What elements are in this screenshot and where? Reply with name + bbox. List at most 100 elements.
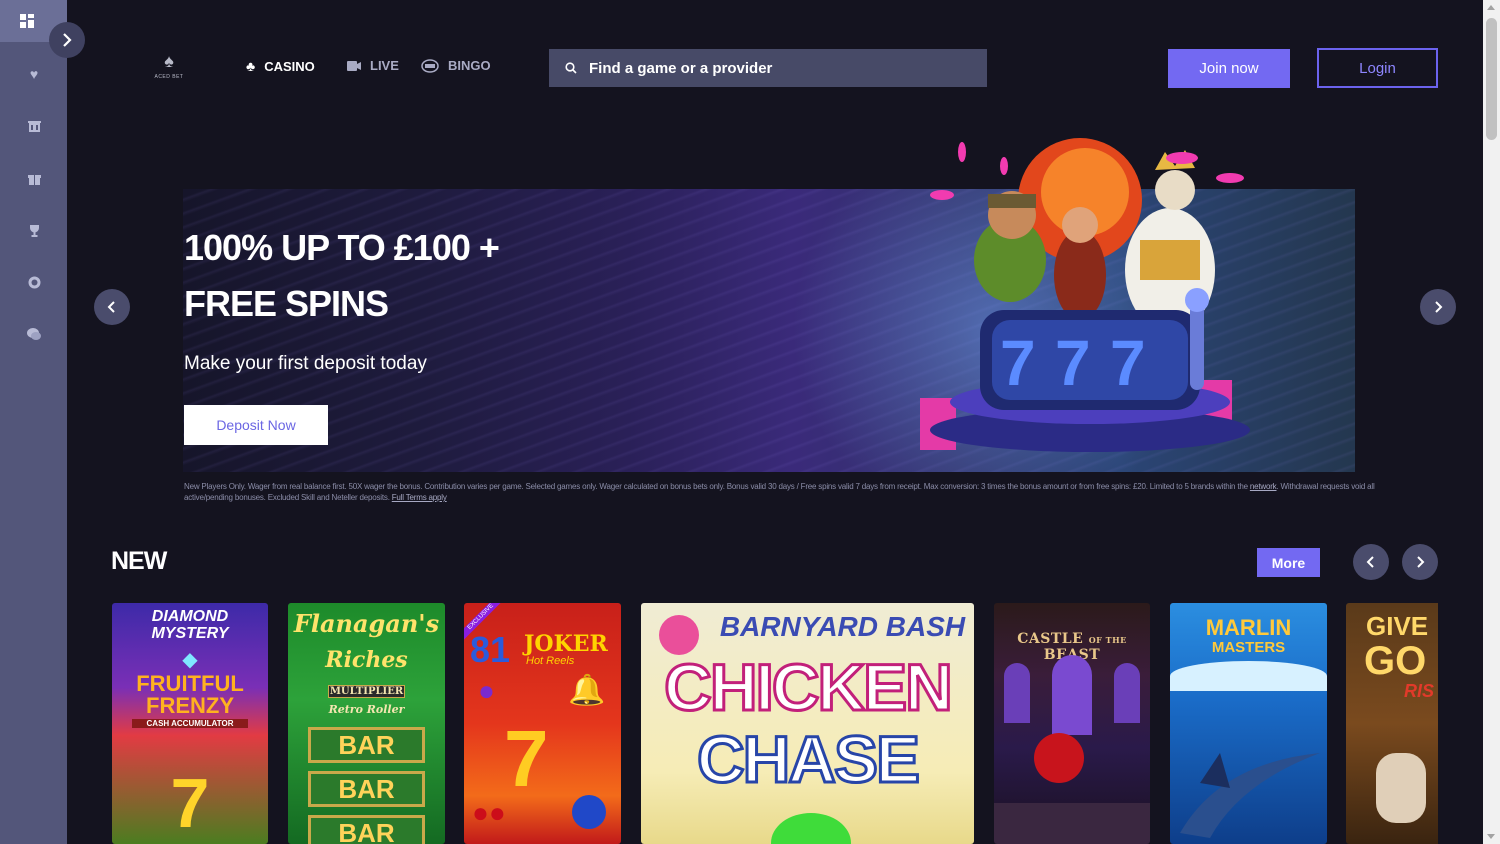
game-title: BARNYARD BASH [719, 611, 966, 642]
window-left [1004, 663, 1030, 723]
casino-building-icon [27, 120, 41, 132]
chevron-right-icon [1435, 301, 1443, 313]
hero-title: 100% UP TO £100 + FREE SPINS [184, 220, 500, 332]
hero-title-line2: FREE SPINS [184, 283, 389, 324]
site-logo[interactable]: ♠ ACED BET [152, 52, 186, 84]
spade-logo-icon: ♠ [164, 51, 174, 71]
nav-bingo-label: BINGO [448, 58, 491, 73]
flower-icon [659, 615, 699, 655]
deposit-now-button[interactable]: Deposit Now [184, 405, 328, 445]
game-tile-castle-of-the-beast[interactable]: CASTLE OF THE BEAST [994, 603, 1150, 844]
game-title: FRENZY [146, 693, 234, 718]
live-camera-icon [347, 60, 361, 71]
logo-text: ACED BET [154, 74, 184, 80]
game-subtitle: Hot Reels [526, 655, 575, 667]
section-title-new: NEW [111, 547, 167, 575]
bar-symbol: BAR [308, 815, 425, 844]
more-button[interactable]: More [1257, 548, 1320, 577]
search-icon [565, 62, 577, 74]
grapes-icon: ● [478, 675, 495, 706]
sidebar-expand-button[interactable] [49, 22, 85, 58]
chevron-left-icon [1366, 556, 1374, 568]
sidebar-item-promotions[interactable] [22, 166, 46, 190]
sidebar-item-tournaments[interactable] [22, 218, 46, 242]
game-tile-barnyard-bash-chicken-chase[interactable]: BARNYARD BASH CHICKEN CHASE [641, 603, 974, 844]
scrollbar-thumb[interactable] [1486, 18, 1497, 140]
bingo-ball-icon [421, 58, 439, 73]
game-title: Riches [325, 647, 408, 673]
marlin-fish-icon [1180, 753, 1320, 838]
hero-prev-button[interactable] [94, 289, 130, 325]
game-title: MARLIN [1205, 615, 1292, 640]
scroll-up-arrow-icon[interactable] [1487, 5, 1495, 10]
join-now-button[interactable]: Join now [1168, 49, 1290, 88]
sidebar: ♥ [0, 0, 67, 844]
nav-casino[interactable]: ♣ CASINO [246, 58, 315, 74]
terms-text: New Players Only. Wager from real balanc… [184, 482, 1248, 491]
game-title: CASTLE [1017, 631, 1084, 647]
clubs-icon: ♣ [246, 58, 256, 74]
game-title: OF THE [1088, 635, 1127, 645]
chevron-right-icon [63, 33, 72, 47]
game-title: MASTERS [1211, 639, 1286, 656]
game-title: MYSTERY [151, 625, 229, 642]
slot-reel-2: 7 [1055, 327, 1091, 399]
games-next-button[interactable] [1402, 544, 1438, 580]
game-tile-flanagans-riches[interactable]: Flanagan's Riches MULTIPLIER Retro Rolle… [288, 603, 445, 844]
bar-symbol: BAR [308, 771, 425, 807]
login-button[interactable]: Login [1317, 48, 1438, 88]
rose-icon [1034, 733, 1084, 783]
chevron-left-icon [107, 301, 115, 313]
hero-subtitle: Make your first deposit today [184, 353, 427, 374]
trophy-icon [29, 224, 39, 237]
page-scrollbar[interactable] [1483, 0, 1500, 844]
game-subtitle: Retro Roller [328, 703, 405, 716]
cherry-icon: ●● [472, 797, 506, 828]
scroll-down-arrow-icon[interactable] [1487, 834, 1495, 839]
full-terms-link[interactable]: Full Terms apply [392, 493, 447, 502]
chevron-right-icon [1417, 556, 1425, 568]
lucky-seven-icon: 7 [504, 714, 549, 803]
heart-icon: ♥ [29, 66, 39, 82]
game-title: CHASE [695, 721, 921, 798]
game-title: GIVE [1366, 611, 1429, 641]
sidebar-item-live[interactable] [22, 270, 46, 294]
window-center [1052, 655, 1092, 735]
game-title: GO [1364, 639, 1427, 683]
hero-next-button[interactable] [1420, 289, 1456, 325]
sidebar-item-casino[interactable] [22, 114, 46, 138]
game-tile-diamond-mystery[interactable]: DIAMOND MYSTERY ◆ FRUITFUL FRENZY CASH A… [112, 603, 268, 844]
bar-symbol: BAR [308, 727, 425, 763]
green-egg-icon [771, 813, 851, 844]
nav-live[interactable]: LIVE [347, 58, 399, 73]
lucky-seven-icon: 7 [170, 764, 210, 842]
nav-live-label: LIVE [370, 58, 399, 73]
terms-network-link[interactable]: network [1250, 482, 1277, 491]
game-title: RIS [1404, 681, 1435, 701]
game-title: DIAMOND [151, 608, 229, 625]
gift-icon [27, 174, 41, 185]
slot-reel-3: 7 [1110, 327, 1146, 399]
sidebar-item-support[interactable] [22, 322, 46, 346]
wave [1170, 661, 1327, 691]
game-tile-81-joker-hot-reels[interactable]: EXCLUSIVE 81 JOKER Hot Reels ● 🔔 7 ●● [464, 603, 621, 844]
game-title: 81 [470, 629, 511, 670]
nav-bingo[interactable]: BINGO [421, 58, 491, 73]
sidebar-item-favourites[interactable]: ♥ [22, 62, 46, 86]
game-tile-give-gold[interactable]: GIVE GO RIS [1346, 603, 1438, 844]
slot-reel-1: 7 [1000, 327, 1036, 399]
game-tile-marlin-masters[interactable]: MARLIN MASTERS [1170, 603, 1327, 844]
search-input[interactable] [589, 59, 969, 77]
chip-icon [28, 276, 40, 288]
game-title: JOKER [524, 631, 608, 657]
bell-icon: 🔔 [568, 674, 606, 707]
leprechaun-icon [1376, 753, 1426, 823]
games-prev-button[interactable] [1353, 544, 1389, 580]
grid-icon [19, 14, 34, 28]
new-games-row: DIAMOND MYSTERY ◆ FRUITFUL FRENZY CASH A… [112, 603, 1438, 844]
nav-casino-label: CASINO [264, 58, 315, 74]
diamond-icon: ◆ [182, 647, 198, 671]
search-bar[interactable] [549, 49, 987, 87]
game-subtitle: CASH ACCUMULATOR [132, 719, 248, 728]
game-title: CHICKEN [663, 649, 955, 726]
